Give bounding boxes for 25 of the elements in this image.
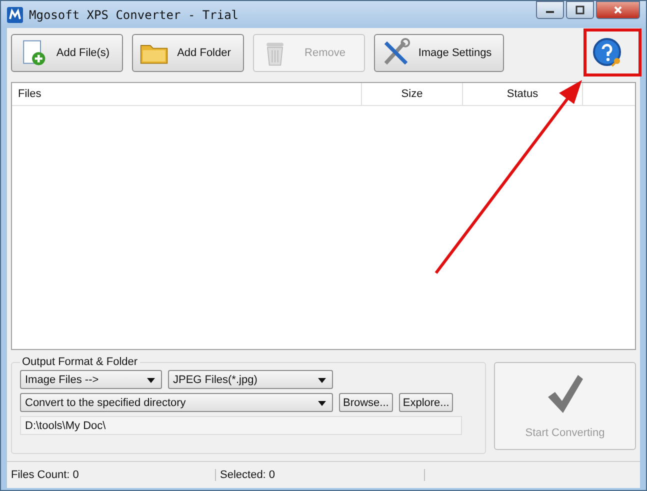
folder-button[interactable]: Browse... bbox=[339, 393, 393, 412]
window-title: Mgosoft XPS Converter - Trial bbox=[29, 8, 239, 22]
status-text: Files Count: 0 bbox=[7, 469, 216, 481]
maximize-button[interactable] bbox=[566, 1, 594, 19]
toolbar-button[interactable]: Add Folder bbox=[132, 34, 244, 72]
format-dropdown[interactable]: Image Files --> bbox=[20, 370, 162, 389]
toolbar-button[interactable]: Add File(s) bbox=[11, 34, 123, 72]
type-dropdown[interactable]: JPEG Files(*.jpg) bbox=[168, 370, 333, 389]
caret-icon bbox=[147, 378, 155, 383]
group-title: Output Format & Folder bbox=[21, 356, 139, 368]
column-header[interactable]: Files bbox=[12, 83, 362, 105]
app-icon bbox=[7, 6, 23, 22]
close-button[interactable] bbox=[596, 1, 640, 19]
folder-button[interactable]: Explore... bbox=[398, 393, 454, 412]
status-text: Selected: 0 bbox=[216, 469, 425, 481]
toolbar-button[interactable]: Image Settings bbox=[374, 34, 504, 72]
path-field[interactable]: D:\tools\My Doc\ bbox=[20, 416, 462, 435]
maximize-icon bbox=[575, 5, 585, 15]
close-icon bbox=[613, 5, 623, 15]
column-header[interactable]: Size bbox=[362, 83, 463, 105]
caret-icon bbox=[318, 378, 326, 383]
minimize-button[interactable] bbox=[536, 1, 564, 19]
caret-icon bbox=[318, 401, 326, 406]
destination-dropdown[interactable]: Convert to the specified directory bbox=[20, 393, 333, 412]
help-icon bbox=[592, 37, 624, 69]
